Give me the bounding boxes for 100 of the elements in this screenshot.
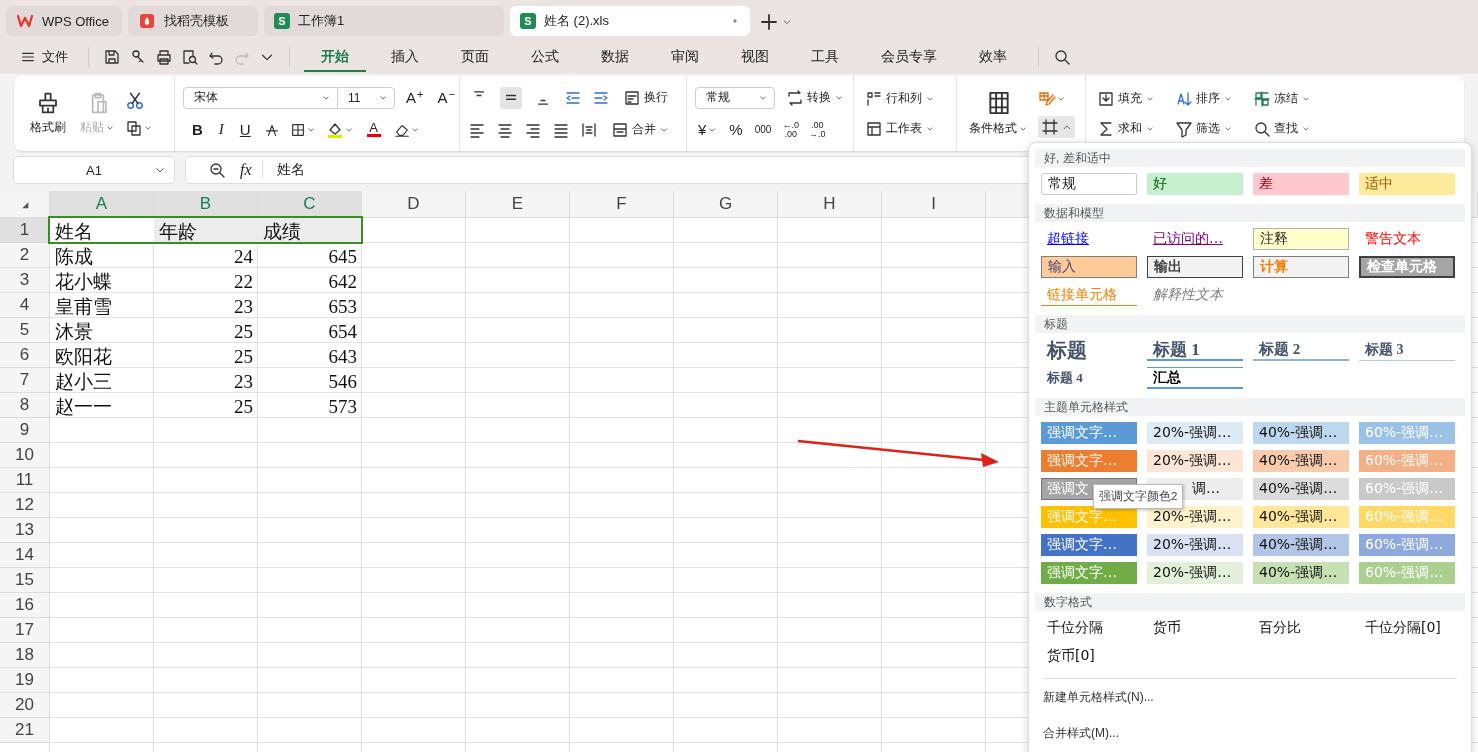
style-option[interactable]: 40%-强调…: [1253, 534, 1349, 556]
rows-columns-button[interactable]: 行和列: [862, 87, 938, 110]
document-tab[interactable]: S 姓名 (2).xls: [510, 6, 750, 36]
style-option[interactable]: 注释: [1253, 228, 1349, 250]
style-option[interactable]: 标题: [1041, 339, 1137, 361]
row-header[interactable]: 13: [0, 518, 50, 543]
copy-icon[interactable]: [125, 118, 143, 137]
style-option[interactable]: 好: [1147, 173, 1243, 195]
fill-button[interactable]: 填充: [1094, 87, 1158, 110]
style-option[interactable]: 超链接: [1041, 228, 1137, 250]
convert-button[interactable]: 转换: [783, 86, 847, 109]
row-header[interactable]: 11: [0, 468, 50, 493]
row-header[interactable]: 12: [0, 493, 50, 518]
row-header[interactable]: 20: [0, 693, 50, 718]
row-header[interactable]: 4: [0, 293, 50, 318]
print-preview-icon[interactable]: [181, 48, 199, 66]
row-header[interactable]: 10: [0, 443, 50, 468]
find-button[interactable]: 查找: [1250, 117, 1314, 140]
cell-styles-button[interactable]: [1038, 115, 1075, 138]
ribbon-tab[interactable]: 效率: [962, 42, 1024, 72]
row-header[interactable]: 19: [0, 668, 50, 693]
style-option[interactable]: 常规: [1041, 173, 1137, 195]
menu-item[interactable]: 合并样式(M)...: [1043, 723, 1119, 743]
style-option[interactable]: 千位分隔[0]: [1359, 617, 1455, 639]
worksheet-button[interactable]: 工作表: [862, 117, 938, 140]
row-header[interactable]: 18: [0, 643, 50, 668]
font-size-dropdown[interactable]: 11: [337, 86, 395, 109]
style-option[interactable]: 汇总: [1147, 367, 1243, 389]
row-header[interactable]: 2: [0, 243, 50, 268]
vertical-align-icon[interactable]: [500, 86, 522, 109]
column-header[interactable]: A: [50, 191, 154, 218]
ribbon-tab[interactable]: 会员专享: [864, 42, 954, 72]
style-option[interactable]: 20%-强调…: [1147, 422, 1243, 444]
style-option[interactable]: 40%-强调…: [1253, 478, 1349, 500]
font-color-button[interactable]: A: [363, 122, 384, 137]
shrink-font-button[interactable]: A−: [434, 89, 458, 106]
new-tab-icon[interactable]: [760, 13, 778, 31]
sum-button[interactable]: 求和: [1094, 117, 1158, 140]
cut-icon[interactable]: [125, 90, 145, 111]
style-option[interactable]: 适中: [1359, 173, 1455, 195]
style-option[interactable]: 标题 2: [1253, 339, 1349, 361]
grow-font-button[interactable]: A+: [403, 89, 427, 106]
style-option[interactable]: 警告文本: [1359, 228, 1455, 250]
style-option[interactable]: 20%-强调…: [1147, 562, 1243, 584]
menu-item[interactable]: 新建单元格样式(N)...: [1043, 687, 1154, 707]
column-header[interactable]: I: [882, 191, 986, 218]
ribbon-tab[interactable]: 审阅: [654, 42, 716, 72]
style-option[interactable]: 20%-强调…: [1147, 534, 1243, 556]
underline-button[interactable]: U: [236, 121, 254, 138]
merge-button[interactable]: 合并: [608, 118, 672, 141]
ribbon-tab[interactable]: 开始: [304, 42, 366, 72]
document-tab[interactable]: WPS Office: [6, 6, 122, 36]
style-option[interactable]: 输出: [1147, 256, 1243, 278]
currency-button[interactable]: ¥: [695, 121, 721, 138]
row-header[interactable]: 1: [0, 218, 50, 243]
style-option[interactable]: 差: [1253, 173, 1349, 195]
row-header[interactable]: 8: [0, 393, 50, 418]
column-header[interactable]: E: [466, 191, 570, 218]
style-option[interactable]: 标题 4: [1041, 367, 1137, 389]
document-tab[interactable]: S 工作簿1: [264, 6, 504, 36]
style-option[interactable]: 货币[0]: [1041, 645, 1137, 667]
style-option[interactable]: 输入: [1041, 256, 1137, 278]
style-option[interactable]: 强调文字…: [1041, 534, 1137, 556]
row-header[interactable]: 16: [0, 593, 50, 618]
font-name-dropdown[interactable]: 宋体: [183, 86, 338, 109]
filter-button[interactable]: 筛选: [1172, 117, 1236, 140]
row-header[interactable]: 21: [0, 718, 50, 743]
increase-decimal-button[interactable]: ←.0 .00: [780, 120, 801, 139]
column-header[interactable]: H: [778, 191, 882, 218]
borders-icon[interactable]: [289, 121, 306, 138]
conditional-format-button[interactable]: 条件格式: [965, 88, 1032, 139]
name-box[interactable]: A1: [13, 156, 175, 184]
column-header[interactable]: D: [362, 191, 466, 218]
document-tab[interactable]: 找稻壳模板: [128, 6, 258, 36]
column-header[interactable]: C: [258, 191, 362, 218]
row-header[interactable]: 9: [0, 418, 50, 443]
ribbon-tab[interactable]: 数据: [584, 42, 646, 72]
decrease-decimal-button[interactable]: .00 →.0: [806, 120, 828, 139]
row-header[interactable]: 3: [0, 268, 50, 293]
search-icon[interactable]: [1053, 48, 1071, 66]
style-option[interactable]: 20%-强调…: [1147, 506, 1243, 528]
style-option[interactable]: 百分比: [1253, 617, 1349, 639]
style-option[interactable]: 解释性文本: [1147, 284, 1243, 306]
number-format-dropdown[interactable]: 常规: [695, 86, 775, 109]
thousands-separator-button[interactable]: 000: [751, 124, 775, 135]
style-option[interactable]: 20%-强调…: [1147, 450, 1243, 472]
column-header[interactable]: B: [154, 191, 258, 218]
column-header[interactable]: F: [570, 191, 674, 218]
ribbon-tab[interactable]: 视图: [724, 42, 786, 72]
column-header[interactable]: G: [674, 191, 778, 218]
ribbon-tab[interactable]: 工具: [794, 42, 856, 72]
row-header[interactable]: 17: [0, 618, 50, 643]
percent-button[interactable]: %: [726, 121, 746, 138]
style-option[interactable]: 已访问的…: [1147, 228, 1243, 250]
row-header[interactable]: 5: [0, 318, 50, 343]
style-option[interactable]: 货币: [1147, 617, 1243, 639]
style-option[interactable]: 40%-强调…: [1253, 422, 1349, 444]
save-icon[interactable]: [103, 48, 121, 66]
file-menu[interactable]: 文件: [14, 48, 74, 66]
freeze-panes-button[interactable]: 冻结: [1250, 87, 1314, 110]
